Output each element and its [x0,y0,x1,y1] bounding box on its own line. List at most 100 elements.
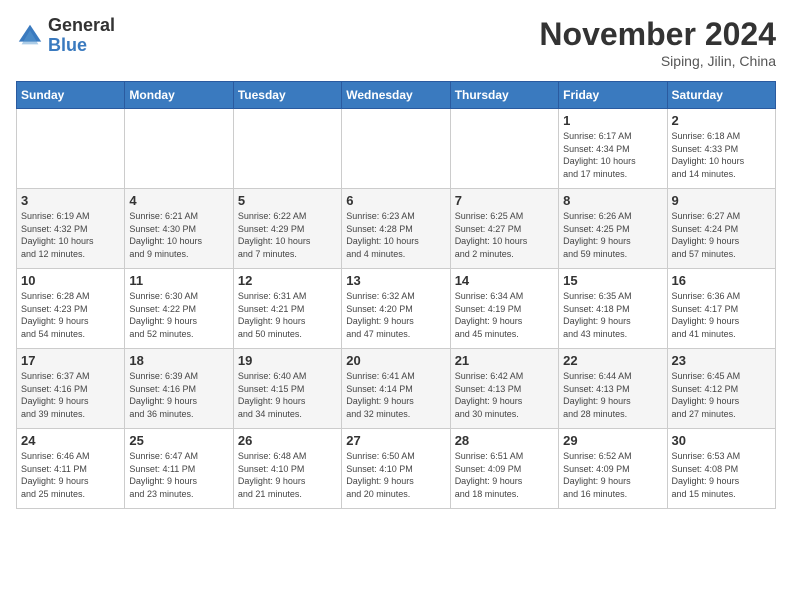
day-info: Sunrise: 6:28 AM Sunset: 4:23 PM Dayligh… [21,290,120,340]
day-info: Sunrise: 6:36 AM Sunset: 4:17 PM Dayligh… [672,290,771,340]
calendar-cell: 15Sunrise: 6:35 AM Sunset: 4:18 PM Dayli… [559,269,667,349]
calendar-cell: 8 Sunrise: 6:26 AM Sunset: 4:25 PM Daylig… [559,189,667,269]
calendar-cell: 19 Sunrise: 6:40 AM Sunset: 4:15 PM Dayli… [233,349,341,429]
day-number: 16 [672,273,771,288]
day-info: Sunrise: 6:53 AM Sunset: 4:08 PM Dayligh… [672,450,771,500]
calendar-cell [17,109,125,189]
day-number: 9 [672,193,771,208]
day-number: 17 [21,353,120,368]
page-header: General Blue November 2024 Siping, Jilin… [16,16,776,69]
calendar-cell: 23 Sunrise: 6:45 AM Sunset: 4:12 PM Dayli… [667,349,775,429]
day-number: 12 [238,273,337,288]
calendar-cell: 2 Sunrise: 6:18 AM Sunset: 4:33 PM Daylig… [667,109,775,189]
day-info: Sunrise: 6:37 AM Sunset: 4:16 PM Dayligh… [21,370,120,420]
calendar-cell: 29 Sunrise: 6:52 AM Sunset: 4:09 PM Dayli… [559,429,667,509]
day-number: 23 [672,353,771,368]
day-number: 29 [563,433,662,448]
calendar-cell: 18Sunrise: 6:39 AM Sunset: 4:16 PM Dayli… [125,349,233,429]
day-number: 5 [238,193,337,208]
header-saturday: Saturday [667,82,775,109]
day-info: Sunrise: 6:21 AM Sunset: 4:30 PM Dayligh… [129,210,228,260]
header-wednesday: Wednesday [342,82,450,109]
day-number: 2 [672,113,771,128]
calendar-cell: 28 Sunrise: 6:51 AM Sunset: 4:09 PM Dayli… [450,429,558,509]
logo-icon [16,22,44,50]
day-info: Sunrise: 6:47 AM Sunset: 4:11 PM Dayligh… [129,450,228,500]
day-info: Sunrise: 6:45 AM Sunset: 4:12 PM Dayligh… [672,370,771,420]
day-number: 3 [21,193,120,208]
day-info: Sunrise: 6:39 AM Sunset: 4:16 PM Dayligh… [129,370,228,420]
day-number: 21 [455,353,554,368]
calendar-cell: 10Sunrise: 6:28 AM Sunset: 4:23 PM Dayli… [17,269,125,349]
calendar-cell: 27 Sunrise: 6:50 AM Sunset: 4:10 PM Dayli… [342,429,450,509]
day-number: 8 [563,193,662,208]
calendar-cell: 14 Sunrise: 6:34 AM Sunset: 4:19 PM Dayli… [450,269,558,349]
location-subtitle: Siping, Jilin, China [539,53,776,69]
header-row: Sunday Monday Tuesday Wednesday Thursday… [17,82,776,109]
day-info: Sunrise: 6:41 AM Sunset: 4:14 PM Dayligh… [346,370,445,420]
calendar-cell: 20 Sunrise: 6:41 AM Sunset: 4:14 PM Dayli… [342,349,450,429]
day-number: 6 [346,193,445,208]
calendar-cell: 21 Sunrise: 6:42 AM Sunset: 4:13 PM Dayli… [450,349,558,429]
calendar-cell: 3 Sunrise: 6:19 AM Sunset: 4:32 PM Daylig… [17,189,125,269]
calendar-body: 1 Sunrise: 6:17 AM Sunset: 4:34 PM Daylig… [17,109,776,509]
calendar-cell: 1 Sunrise: 6:17 AM Sunset: 4:34 PM Daylig… [559,109,667,189]
day-number: 11 [129,273,228,288]
day-info: Sunrise: 6:27 AM Sunset: 4:24 PM Dayligh… [672,210,771,260]
day-number: 1 [563,113,662,128]
day-info: Sunrise: 6:51 AM Sunset: 4:09 PM Dayligh… [455,450,554,500]
calendar-cell: 16 Sunrise: 6:36 AM Sunset: 4:17 PM Dayli… [667,269,775,349]
calendar-table: Sunday Monday Tuesday Wednesday Thursday… [16,81,776,509]
logo-general-text: General [48,16,115,36]
day-info: Sunrise: 6:25 AM Sunset: 4:27 PM Dayligh… [455,210,554,260]
calendar-cell [342,109,450,189]
calendar-cell: 9 Sunrise: 6:27 AM Sunset: 4:24 PM Daylig… [667,189,775,269]
calendar-cell: 24 Sunrise: 6:46 AM Sunset: 4:11 PM Dayli… [17,429,125,509]
day-info: Sunrise: 6:31 AM Sunset: 4:21 PM Dayligh… [238,290,337,340]
day-info: Sunrise: 6:42 AM Sunset: 4:13 PM Dayligh… [455,370,554,420]
day-info: Sunrise: 6:23 AM Sunset: 4:28 PM Dayligh… [346,210,445,260]
day-info: Sunrise: 6:30 AM Sunset: 4:22 PM Dayligh… [129,290,228,340]
day-info: Sunrise: 6:50 AM Sunset: 4:10 PM Dayligh… [346,450,445,500]
calendar-cell: 4Sunrise: 6:21 AM Sunset: 4:30 PM Daylig… [125,189,233,269]
day-number: 28 [455,433,554,448]
calendar-cell [233,109,341,189]
day-number: 15 [563,273,662,288]
title-block: November 2024 Siping, Jilin, China [539,16,776,69]
day-info: Sunrise: 6:46 AM Sunset: 4:11 PM Dayligh… [21,450,120,500]
day-info: Sunrise: 6:34 AM Sunset: 4:19 PM Dayligh… [455,290,554,340]
header-sunday: Sunday [17,82,125,109]
header-thursday: Thursday [450,82,558,109]
calendar-cell: 22Sunrise: 6:44 AM Sunset: 4:13 PM Dayli… [559,349,667,429]
day-info: Sunrise: 6:52 AM Sunset: 4:09 PM Dayligh… [563,450,662,500]
day-number: 25 [129,433,228,448]
day-info: Sunrise: 6:26 AM Sunset: 4:25 PM Dayligh… [563,210,662,260]
day-info: Sunrise: 6:48 AM Sunset: 4:10 PM Dayligh… [238,450,337,500]
calendar-week-2: 3 Sunrise: 6:19 AM Sunset: 4:32 PM Daylig… [17,189,776,269]
day-number: 20 [346,353,445,368]
day-number: 14 [455,273,554,288]
day-number: 13 [346,273,445,288]
day-number: 27 [346,433,445,448]
day-info: Sunrise: 6:40 AM Sunset: 4:15 PM Dayligh… [238,370,337,420]
day-number: 26 [238,433,337,448]
day-info: Sunrise: 6:17 AM Sunset: 4:34 PM Dayligh… [563,130,662,180]
day-info: Sunrise: 6:18 AM Sunset: 4:33 PM Dayligh… [672,130,771,180]
header-monday: Monday [125,82,233,109]
calendar-cell: 25 Sunrise: 6:47 AM Sunset: 4:11 PM Dayli… [125,429,233,509]
day-number: 22 [563,353,662,368]
day-number: 30 [672,433,771,448]
day-info: Sunrise: 6:19 AM Sunset: 4:32 PM Dayligh… [21,210,120,260]
calendar-cell: 5Sunrise: 6:22 AM Sunset: 4:29 PM Daylig… [233,189,341,269]
calendar-cell: 12 Sunrise: 6:31 AM Sunset: 4:21 PM Dayli… [233,269,341,349]
header-friday: Friday [559,82,667,109]
calendar-cell: 30 Sunrise: 6:53 AM Sunset: 4:08 PM Dayli… [667,429,775,509]
day-info: Sunrise: 6:32 AM Sunset: 4:20 PM Dayligh… [346,290,445,340]
calendar-header: Sunday Monday Tuesday Wednesday Thursday… [17,82,776,109]
logo-blue-text: Blue [48,36,115,56]
day-number: 24 [21,433,120,448]
day-number: 19 [238,353,337,368]
calendar-cell: 17 Sunrise: 6:37 AM Sunset: 4:16 PM Dayli… [17,349,125,429]
calendar-cell: 7Sunrise: 6:25 AM Sunset: 4:27 PM Daylig… [450,189,558,269]
calendar-cell [125,109,233,189]
